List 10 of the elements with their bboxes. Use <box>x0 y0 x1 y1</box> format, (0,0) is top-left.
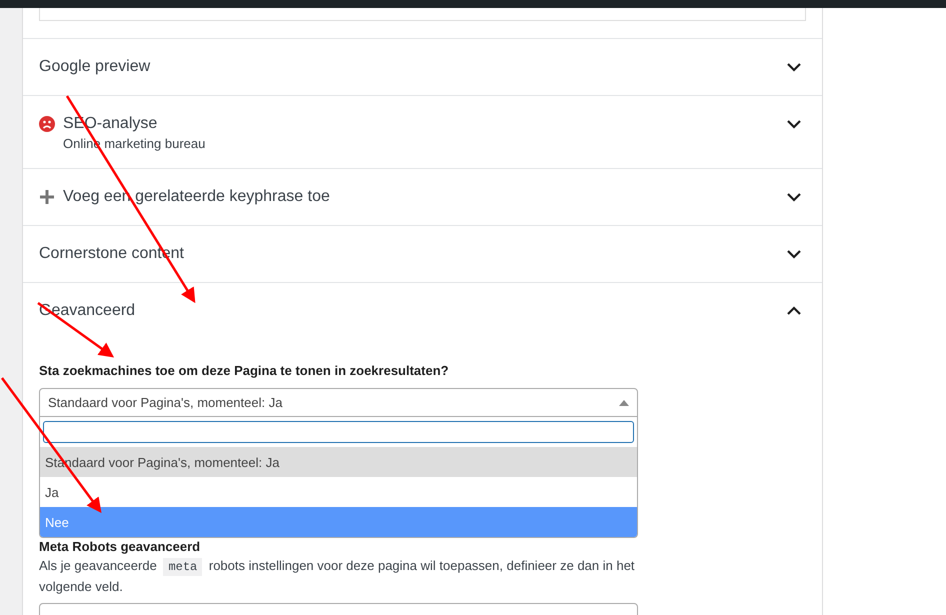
section-header[interactable]: Google preview <box>23 39 822 96</box>
field-label: Sta zoekmachines toe om deze Pagina te tonen in zoekresultaten? <box>39 362 450 380</box>
plus-icon <box>39 189 55 205</box>
search-field[interactable] <box>43 421 634 443</box>
caret-icon <box>619 400 629 406</box>
section-title: Google preview <box>39 57 152 77</box>
sad-face-icon <box>39 116 55 132</box>
field-label: Meta Robots geavanceerd <box>39 538 202 556</box>
select-field[interactable]: Standaard voor Pagina's, momenteel: Ja <box>39 388 638 417</box>
help-text: Als je geavanceerde meta robots instellingen voor deze pagina wil toepassen, definieer ze dan in het volgende veld. <box>39 557 636 596</box>
